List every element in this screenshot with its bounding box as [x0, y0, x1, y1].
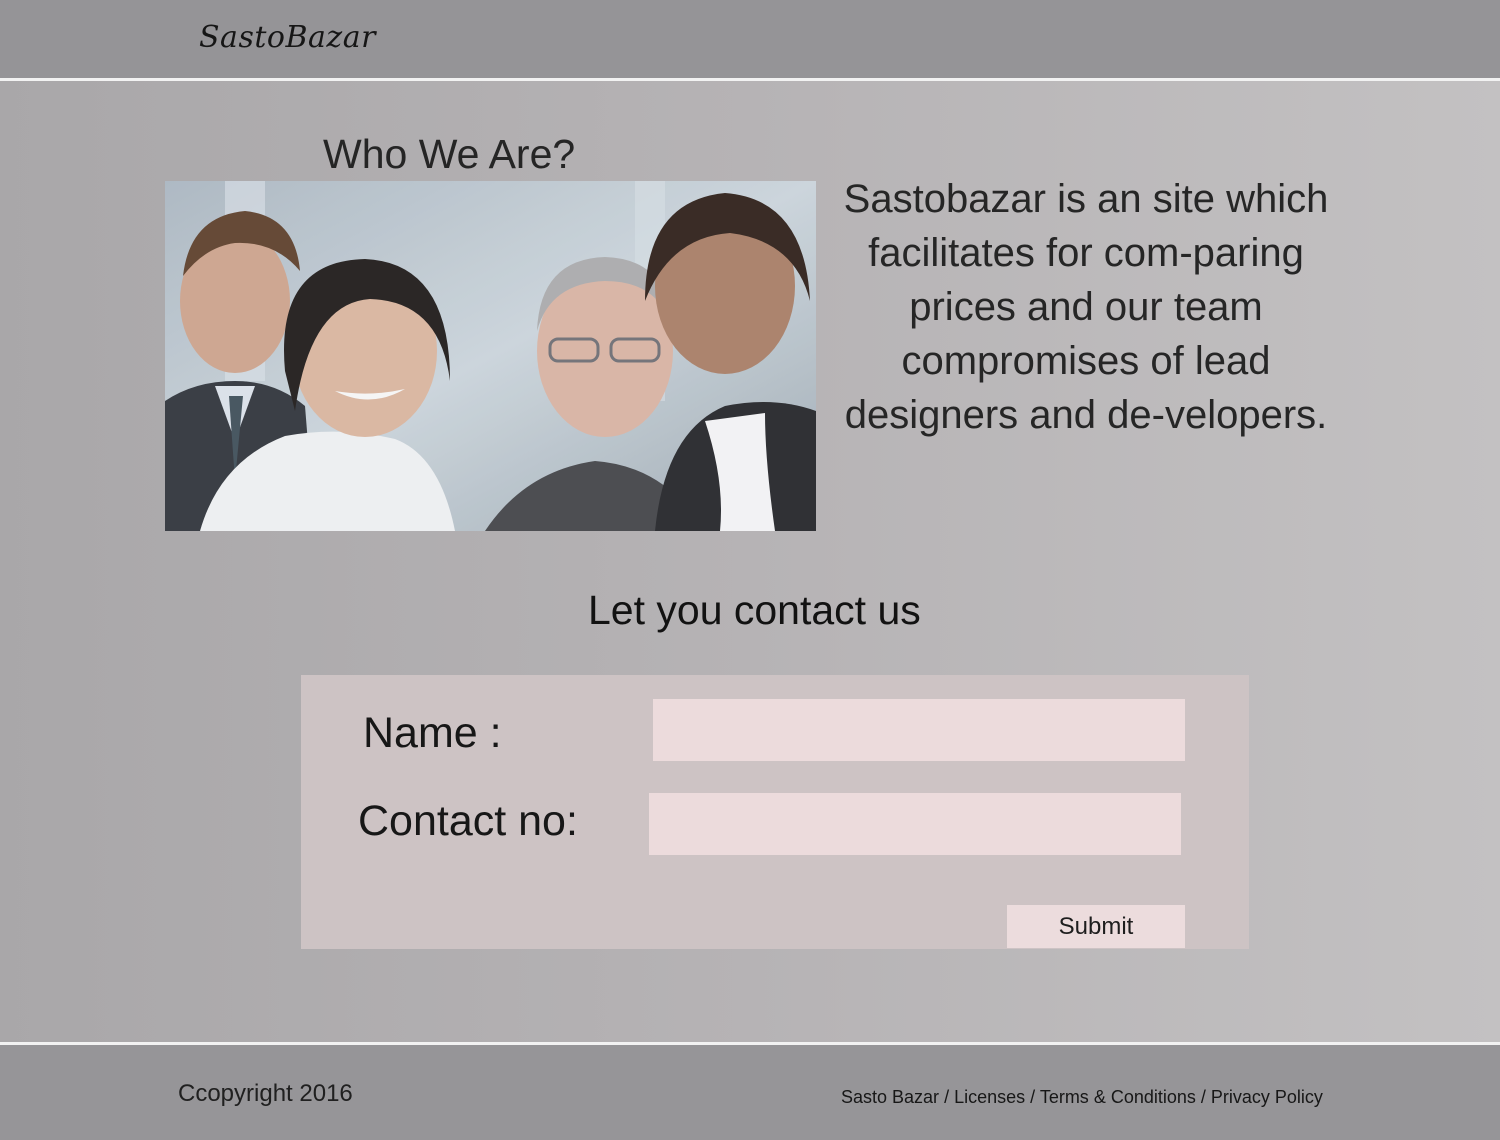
footer-link-sasto-bazar[interactable]: Sasto Bazar [841, 1087, 939, 1107]
contact-number-label: Contact no: [358, 797, 578, 845]
footer-links: Sasto Bazar / Licenses / Terms & Conditi… [841, 1086, 1323, 1108]
footer-link-licenses[interactable]: Licenses [954, 1087, 1025, 1107]
name-input[interactable] [653, 699, 1185, 761]
footer-separator: / [939, 1087, 955, 1107]
footer-link-terms[interactable]: Terms & Conditions [1040, 1087, 1196, 1107]
footer-separator: / [1025, 1087, 1040, 1107]
team-photo [165, 181, 816, 531]
site-footer: Ccopyright 2016 Sasto Bazar / Licenses /… [0, 1042, 1500, 1140]
about-heading: Who We Are? [323, 131, 576, 177]
footer-separator: / [1195, 1087, 1211, 1107]
submit-button[interactable]: Submit [1007, 905, 1185, 948]
about-description: Sastobazar is an site which facilitates … [843, 177, 1329, 437]
name-label: Name : [363, 709, 502, 757]
footer-link-privacy[interactable]: Privacy Policy [1211, 1087, 1323, 1107]
contact-heading: Let you contact us [588, 587, 921, 633]
copyright-text: Ccopyright 2016 [178, 1080, 353, 1107]
site-header: SastoBazar [0, 0, 1500, 81]
site-logo[interactable]: SastoBazar [199, 20, 376, 56]
contact-number-input[interactable] [649, 793, 1181, 855]
contact-form: Name : Contact no: Submit [301, 675, 1249, 949]
